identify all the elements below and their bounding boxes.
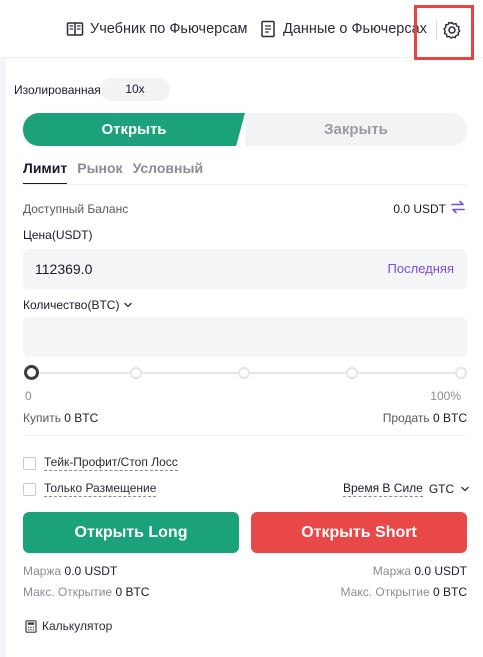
slider-mark-50[interactable] (238, 367, 250, 379)
sell-amount: Продать 0 BTC (383, 411, 467, 425)
quantity-input[interactable] (23, 317, 467, 357)
post-only-option[interactable]: Только Размещение (23, 481, 157, 497)
post-only-label: Только Размещение (44, 481, 157, 497)
open-position-tab[interactable]: Открыть (23, 113, 245, 146)
price-label: Цена(USDT) (23, 228, 93, 242)
quantity-unit-selector[interactable]: Количество(BTC) (23, 298, 133, 312)
tp-sl-label: Тейк-Профит/Стоп Лосс (44, 455, 178, 471)
settings-highlight-box (414, 5, 474, 60)
tp-sl-option[interactable]: Тейк-Профит/Стоп Лосс (23, 455, 178, 471)
short-max-open-value: 0 BTC (432, 585, 467, 599)
slider-mark-100[interactable] (455, 367, 467, 379)
short-margin-label: Маржа (372, 564, 411, 578)
long-max-open: Макс. Открытие 0 BTC (23, 585, 149, 599)
sell-value: 0 BTC (432, 411, 467, 425)
tp-sl-checkbox[interactable] (23, 456, 36, 470)
time-in-force-selector[interactable]: Время В Силе GTC (343, 481, 470, 497)
slider-mark-25[interactable] (130, 367, 142, 379)
calculator-label: Калькулятор (42, 619, 113, 633)
chevron-down-icon (461, 486, 469, 492)
slider-max-label: 100% (430, 389, 461, 403)
available-balance-label: Доступный Баланс (23, 202, 129, 216)
order-type-tabs: Лимит Рынок Условный (23, 160, 203, 185)
long-max-open-value: 0 BTC (115, 585, 150, 599)
calculator-icon (25, 619, 37, 633)
buy-label: Купить (23, 411, 61, 425)
price-value: 112369.0 (35, 261, 93, 277)
futures-tutorial-link[interactable]: Учебник по Фьючерсам (66, 20, 248, 38)
sell-label: Продать (382, 411, 430, 425)
price-input[interactable]: 112369.0 Последняя (23, 249, 467, 289)
post-only-checkbox[interactable] (23, 482, 36, 496)
slider-handle[interactable] (24, 365, 39, 380)
slider-mark-75[interactable] (346, 367, 358, 379)
section-divider (23, 435, 467, 436)
chevron-down-icon (124, 302, 133, 308)
short-max-open: Макс. Открытие 0 BTC (341, 585, 467, 599)
long-max-open-label: Макс. Открытие (23, 585, 113, 599)
short-margin-value: 0.0 USDT (414, 564, 467, 578)
position-side-toggle: Закрыть Открыть (23, 113, 467, 146)
margin-mode-selector[interactable]: Изолированная (14, 84, 100, 96)
long-margin-label: Маржа (23, 564, 62, 578)
tab-limit[interactable]: Лимит (23, 160, 68, 185)
book-icon (66, 22, 84, 36)
slider-min-label: 0 (25, 389, 32, 403)
open-short-button[interactable]: Открыть Short (251, 512, 467, 553)
last-price-button[interactable]: Последняя (388, 261, 454, 276)
time-in-force-value: GTC (428, 482, 455, 496)
panel-left-edge (0, 58, 6, 657)
transfer-icon[interactable] (451, 200, 465, 214)
short-max-open-label: Макс. Открытие (340, 585, 430, 599)
buy-amount: Купить 0 BTC (23, 411, 98, 425)
short-margin: Маржа 0.0 USDT (373, 564, 467, 578)
tabs-divider (23, 184, 467, 185)
futures-tutorial-label: Учебник по Фьючерсам (90, 21, 248, 37)
top-bar: Учебник по Фьючерсам Данные о Фьючерсах (0, 0, 483, 60)
open-long-button[interactable]: Открыть Long (23, 512, 239, 553)
tab-conditional[interactable]: Условный (133, 160, 204, 185)
leverage-selector[interactable]: 10x (100, 78, 170, 101)
quantity-slider[interactable] (23, 363, 467, 383)
futures-data-label: Данные о Фьючерсах (283, 21, 427, 37)
long-margin: Маржа 0.0 USDT (23, 564, 117, 578)
tab-market[interactable]: Рынок (77, 160, 122, 185)
futures-data-link[interactable]: Данные о Фьючерсах (259, 20, 427, 38)
long-margin-value: 0.0 USDT (64, 564, 118, 578)
time-in-force-label: Время В Силе (343, 481, 423, 497)
available-balance-value: 0.0 USDT (393, 202, 446, 216)
close-position-tab[interactable]: Закрыть (245, 113, 467, 146)
buy-value: 0 BTC (64, 411, 99, 425)
calculator-link[interactable]: Калькулятор (25, 619, 112, 633)
document-icon (261, 20, 275, 38)
quantity-label: Количество(BTC) (23, 298, 120, 312)
